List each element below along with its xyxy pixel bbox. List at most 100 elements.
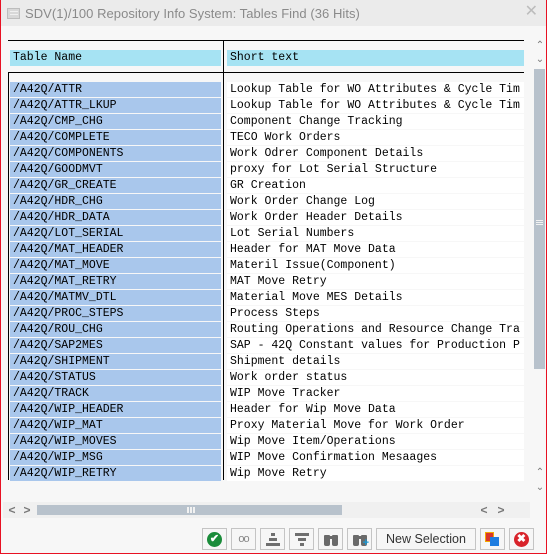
short-text-cell[interactable]: Lookup Table for WO Attributes & Cycle T… (227, 98, 524, 113)
table-row[interactable]: /A42Q/COMPONENTS Work Odrer Component Det… (8, 146, 524, 162)
table-name-cell[interactable]: /A42Q/HDR_DATA (10, 210, 221, 225)
table-row[interactable]: /A42Q/ATTR Lookup Table for WO Attributes… (8, 82, 524, 98)
find-button[interactable] (318, 528, 343, 550)
table-row[interactable]: /A42Q/PROC_STEPS Process Steps (8, 306, 524, 322)
scroll-down-icon[interactable]: ⌄ (534, 54, 546, 66)
horizontal-scroll-thumb[interactable] (37, 505, 342, 515)
scroll-down-bottom-icon[interactable]: ⌄ (534, 482, 546, 494)
table-name-cell[interactable]: /A42Q/MAT_HEADER (10, 242, 221, 257)
cancel-button[interactable]: ✖ (508, 528, 534, 550)
table-row[interactable]: /A42Q/HDR_DATA Work Order Header Details (8, 210, 524, 226)
short-text-cell[interactable]: Material Move MES Details (227, 290, 524, 305)
table-row[interactable]: /A42Q/WIP_HEADER Header for Wip Move Data (8, 402, 524, 418)
short-text-cell[interactable]: Materil Issue(Component) (227, 258, 524, 273)
table-name-cell[interactable]: /A42Q/MATMV_DTL (10, 290, 221, 305)
table-name-cell[interactable]: /A42Q/MAT_MOVE (10, 258, 221, 273)
short-text-cell[interactable]: Wip Move Retry (227, 466, 524, 481)
scroll-up-bottom-icon[interactable]: ⌃ (534, 467, 546, 479)
table-name-cell[interactable]: /A42Q/STATUS (10, 370, 221, 385)
table-row[interactable]: /A42Q/ATTR_LKUP Lookup Table for WO Attri… (8, 98, 524, 114)
short-text-cell[interactable]: Lot Serial Numbers (227, 226, 524, 241)
new-window-button[interactable] (479, 528, 505, 550)
table-row[interactable]: /A42Q/SAP2MES SAP - 42Q Constant values f… (8, 338, 524, 354)
short-text-cell[interactable]: Proxy Material Move for Work Order (227, 418, 524, 433)
short-text-cell[interactable]: Shipment details (227, 354, 524, 369)
continue-button[interactable]: ✔ (202, 528, 227, 550)
column-header-short-text[interactable]: Short text (227, 50, 524, 66)
table-name-cell[interactable]: /A42Q/COMPONENTS (10, 146, 221, 161)
table-name-cell[interactable]: /A42Q/ATTR_LKUP (10, 98, 221, 113)
table-name-cell[interactable]: /A42Q/WIP_MAT (10, 418, 221, 433)
table-row[interactable]: /A42Q/WIP_MSG WIP Move Confirmation Mesaa… (8, 450, 524, 466)
table-name-cell[interactable]: /A42Q/GOODMVT (10, 162, 221, 177)
scroll-up-icon[interactable]: ⌃ (534, 40, 546, 52)
short-text-cell[interactable]: SAP - 42Q Constant values for Production… (227, 338, 524, 353)
short-text-cell[interactable]: GR Creation (227, 178, 524, 193)
table-row[interactable]: /A42Q/STATUS Work order status (8, 370, 524, 386)
short-text-cell[interactable]: Header for MAT Move Data (227, 242, 524, 257)
table-name-cell[interactable]: /A42Q/ROU_CHG (10, 322, 221, 337)
scroll-left-icon[interactable]: < (6, 503, 18, 517)
scroll-left-end-icon[interactable]: < (478, 503, 490, 517)
title-bar: SDV(1)/100 Repository Info System: Table… (1, 0, 546, 26)
short-text-cell[interactable]: WIP Move Confirmation Mesaages (227, 450, 524, 465)
short-text-cell[interactable]: MAT Move Retry (227, 274, 524, 289)
scroll-right-end-icon[interactable]: > (495, 503, 507, 517)
table-row[interactable]: /A42Q/HDR_CHG Work Order Change Log (8, 194, 524, 210)
scroll-right-icon[interactable]: > (21, 503, 33, 517)
table-row[interactable]: /A42Q/LOT_SERIAL Lot Serial Numbers (8, 226, 524, 242)
table-name-cell[interactable]: /A42Q/LOT_SERIAL (10, 226, 221, 241)
short-text-cell[interactable]: Work order status (227, 370, 524, 385)
table-name-cell[interactable]: /A42Q/PROC_STEPS (10, 306, 221, 321)
short-text-cell[interactable]: Work Odrer Component Details (227, 146, 524, 161)
table-row[interactable]: /A42Q/MAT_MOVE Materil Issue(Component) (8, 258, 524, 274)
table-name-cell[interactable]: /A42Q/WIP_MSG (10, 450, 221, 465)
table-row[interactable]: /A42Q/SHIPMENT Shipment details (8, 354, 524, 370)
table-name-cell[interactable]: /A42Q/WIP_MOVES (10, 434, 221, 449)
short-text-cell[interactable]: Component Change Tracking (227, 114, 524, 129)
table-row[interactable]: /A42Q/MAT_RETRY MAT Move Retry (8, 274, 524, 290)
table-name-cell[interactable]: /A42Q/CMP_CHG (10, 114, 221, 129)
table-row[interactable]: /A42Q/WIP_MAT Proxy Material Move for Wor… (8, 418, 524, 434)
filter-button[interactable] (289, 528, 314, 550)
table-name-cell[interactable]: /A42Q/TRACK (10, 386, 221, 401)
table-name-cell[interactable]: /A42Q/SHIPMENT (10, 354, 221, 369)
table-row[interactable]: /A42Q/WIP_MOVES Wip Move Item/Operations (8, 434, 524, 450)
table-name-cell[interactable]: /A42Q/COMPLETE (10, 130, 221, 145)
table-row[interactable]: /A42Q/TRACK WIP Move Tracker (8, 386, 524, 402)
table-row[interactable]: /A42Q/CMP_CHG Component Change Tracking (8, 114, 524, 130)
table-row[interactable]: /A42Q/ROU_CHG Routing Operations and Reso… (8, 322, 524, 338)
vertical-scroll-thumb[interactable] (534, 69, 545, 369)
table-name-cell[interactable]: /A42Q/SAP2MES (10, 338, 221, 353)
column-header-table-name[interactable]: Table Name (10, 50, 221, 66)
sort-button[interactable] (260, 528, 285, 550)
short-text-cell[interactable]: proxy for Lot Serial Structure (227, 162, 524, 177)
display-button[interactable]: оо (231, 528, 256, 550)
short-text-cell[interactable]: Work Order Header Details (227, 210, 524, 225)
horizontal-scrollbar[interactable]: < > < > (3, 502, 530, 518)
vertical-scrollbar[interactable]: ⌃ ⌄ ⌃ ⌄ (530, 27, 547, 497)
table-row[interactable]: /A42Q/GOODMVT proxy for Lot Serial Struct… (8, 162, 524, 178)
short-text-cell[interactable]: Wip Move Item/Operations (227, 434, 524, 449)
short-text-cell[interactable]: Work Order Change Log (227, 194, 524, 209)
find-next-button[interactable]: + (347, 528, 372, 550)
new-selection-button[interactable]: New Selection (376, 528, 476, 550)
short-text-cell[interactable]: TECO Work Orders (227, 130, 524, 145)
close-icon[interactable]: ✕ (525, 4, 538, 20)
table-name-cell[interactable]: /A42Q/ATTR (10, 82, 221, 97)
short-text-cell[interactable]: Routing Operations and Resource Change T… (227, 322, 524, 337)
table-name-cell[interactable]: /A42Q/GR_CREATE (10, 178, 221, 193)
table-row[interactable]: /A42Q/GR_CREATE GR Creation (8, 178, 524, 194)
table-row[interactable]: /A42Q/COMPLETE TECO Work Orders (8, 130, 524, 146)
table-name-cell[interactable]: /A42Q/WIP_HEADER (10, 402, 221, 417)
short-text-cell[interactable]: WIP Move Tracker (227, 386, 524, 401)
short-text-cell[interactable]: Process Steps (227, 306, 524, 321)
table-name-cell[interactable]: /A42Q/HDR_CHG (10, 194, 221, 209)
table-name-cell[interactable]: /A42Q/MAT_RETRY (10, 274, 221, 289)
table-row[interactable]: /A42Q/MAT_HEADER Header for MAT Move Data (8, 242, 524, 258)
table-row[interactable]: /A42Q/WIP_RETRY Wip Move Retry (8, 466, 524, 482)
short-text-cell[interactable]: Lookup Table for WO Attributes & Cycle T… (227, 82, 524, 97)
short-text-cell[interactable]: Header for Wip Move Data (227, 402, 524, 417)
table-name-cell[interactable]: /A42Q/WIP_RETRY (10, 466, 221, 481)
table-row[interactable]: /A42Q/MATMV_DTL Material Move MES Details (8, 290, 524, 306)
